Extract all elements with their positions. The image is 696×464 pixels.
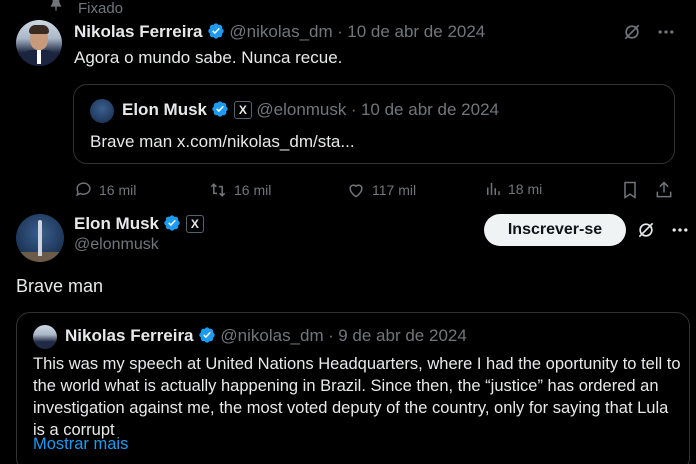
tweet-text: Agora o mundo sabe. Nunca recue. <box>74 48 343 67</box>
tweet-metrics: 16 mil 16 mil 117 mil 18 mi <box>74 180 676 200</box>
tweet-date[interactable]: 10 de abr de 2024 <box>347 22 485 41</box>
x-affiliate-icon: X <box>185 215 204 233</box>
like-count: 117 mil <box>372 182 417 198</box>
separator-dot: · <box>350 100 357 119</box>
quoted-author-name: Nikolas Ferreira <box>65 326 194 345</box>
quoted-avatar <box>90 99 114 123</box>
verified-badge-icon <box>211 100 229 118</box>
show-more-link[interactable]: Mostrar mais <box>33 435 128 454</box>
quoted-author-name: Elon Musk <box>122 100 208 119</box>
more-options-icon[interactable] <box>670 220 690 240</box>
share-icon <box>654 180 674 200</box>
author-name[interactable]: Nikolas Ferreira <box>74 22 203 41</box>
like-button[interactable]: 117 mil <box>346 180 416 200</box>
separator-dot: · <box>328 326 334 345</box>
quoted-header: Elon Musk X @elonmusk · 10 de abr de 202… <box>122 100 499 120</box>
pinned-label: Fixado <box>78 0 124 17</box>
quoted-date: 10 de abr de 2024 <box>360 100 499 119</box>
avatar[interactable] <box>16 214 64 262</box>
bookmark-button[interactable] <box>620 180 640 200</box>
quoted-avatar <box>33 325 57 349</box>
reply-count: 16 mil <box>99 181 137 198</box>
repost-icon <box>208 180 228 200</box>
author-name[interactable]: Elon Musk <box>74 214 159 233</box>
subscribe-button[interactable]: Inscrever-se <box>484 214 626 246</box>
quoted-tweet[interactable]: Elon Musk X @elonmusk · 10 de abr de 202… <box>73 84 675 164</box>
quoted-text: Brave man x.com/nikolas_dm/sta... <box>90 132 355 151</box>
x-affiliate-icon: X <box>233 101 252 119</box>
tweet-header: Nikolas Ferreira @nikolas_dm · 10 de abr… <box>74 22 485 42</box>
analytics-icon <box>484 180 502 198</box>
quoted-tweet[interactable]: Nikolas Ferreira @nikolas_dm · 9 de abr … <box>16 312 690 464</box>
grok-icon[interactable] <box>622 22 642 42</box>
quoted-text: This was my speech at United Nations Hea… <box>33 355 681 439</box>
verified-badge-icon <box>207 22 225 40</box>
separator-dot: · <box>337 22 343 41</box>
more-options-icon[interactable] <box>656 22 676 42</box>
heart-icon <box>346 180 366 200</box>
views-count: 18 mi <box>508 181 543 197</box>
quoted-header: Nikolas Ferreira @nikolas_dm · 9 de abr … <box>65 326 467 346</box>
repost-count: 16 mil <box>234 182 272 198</box>
tweet-actions <box>622 22 676 42</box>
author-handle[interactable]: @nikolas_dm <box>229 22 332 41</box>
repost-button[interactable]: 16 mil <box>208 180 271 200</box>
quoted-author-handle: @nikolas_dm <box>220 326 324 345</box>
views-button[interactable]: 18 mi <box>484 180 542 198</box>
tweet-text: Brave man <box>16 276 104 296</box>
author-handle[interactable]: @elonmusk <box>74 236 159 254</box>
quoted-author-handle: @elonmusk <box>256 100 347 119</box>
verified-badge-icon <box>198 326 216 344</box>
reply-icon <box>74 180 93 199</box>
share-button[interactable] <box>654 180 674 200</box>
verified-badge-icon <box>163 214 181 232</box>
reply-button[interactable]: 16 mil <box>74 180 136 199</box>
tweet-header: Elon Musk X <box>74 214 204 234</box>
grok-icon[interactable] <box>636 220 656 240</box>
pin-icon <box>48 0 64 12</box>
bookmark-icon <box>620 180 640 200</box>
quoted-date: 9 de abr de 2024 <box>338 326 467 345</box>
tweet-actions <box>636 220 690 240</box>
avatar[interactable] <box>16 20 62 66</box>
